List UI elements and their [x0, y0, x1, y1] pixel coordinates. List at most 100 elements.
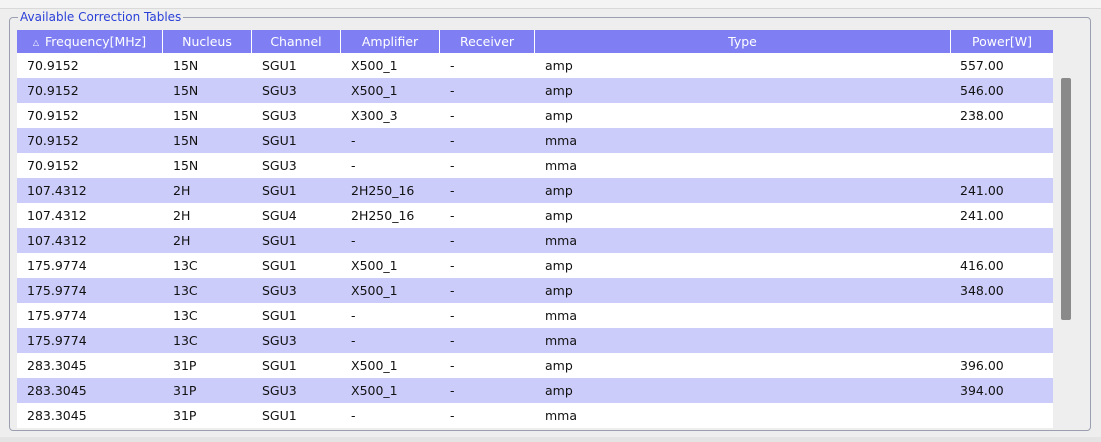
table-row[interactable]: 283.3045 31P SGU1 - - mma [17, 403, 1053, 428]
cell-receiver: - [450, 158, 455, 173]
cell-type: amp [545, 283, 573, 298]
cell-receiver: - [450, 283, 455, 298]
cell-power [951, 128, 1053, 153]
cell-receiver: - [450, 133, 455, 148]
column-label: Frequency[MHz] [45, 34, 147, 49]
cell-receiver: - [450, 208, 455, 223]
column-header-nucleus[interactable]: Nucleus [163, 30, 252, 53]
cell-nucleus: 15N [173, 58, 199, 73]
cell-type: mma [545, 408, 578, 423]
column-header-type[interactable]: Type [535, 30, 951, 53]
cell-receiver: - [450, 258, 455, 273]
table-row[interactable]: 107.4312 2H SGU1 2H250_16 - amp 241.00 [17, 178, 1053, 203]
cell-channel: SGU1 [262, 183, 297, 198]
cell-type: mma [545, 308, 578, 323]
column-header-amplifier[interactable]: Amplifier [341, 30, 440, 53]
cell-type: amp [545, 208, 573, 223]
cell-frequency: 70.9152 [27, 133, 79, 148]
cell-power [951, 153, 1053, 178]
cell-nucleus: 13C [173, 333, 198, 348]
cell-power: 416.00 [960, 258, 1004, 273]
cell-power: 241.00 [960, 183, 1004, 198]
table-row[interactable]: 70.9152 15N SGU3 X300_3 - amp 238.00 [17, 103, 1053, 128]
cell-channel: SGU3 [262, 158, 297, 173]
table-row[interactable]: 175.9774 13C SGU3 X500_1 - amp 348.00 [17, 278, 1053, 303]
cell-amplifier: X500_1 [351, 83, 398, 98]
cell-frequency: 70.9152 [27, 108, 79, 123]
cell-frequency: 70.9152 [27, 58, 79, 73]
cell-nucleus: 2H [173, 183, 191, 198]
bottom-border [0, 437, 1101, 442]
cell-receiver: - [450, 83, 455, 98]
cell-frequency: 107.4312 [27, 233, 87, 248]
cell-channel: SGU3 [262, 333, 297, 348]
table-row[interactable]: 175.9774 13C SGU3 - - mma [17, 328, 1053, 353]
cell-amplifier: 2H250_16 [351, 183, 415, 198]
table-row[interactable]: 70.9152 15N SGU1 - - mma [17, 128, 1053, 153]
cell-power: 394.00 [960, 383, 1004, 398]
cell-frequency: 283.3045 [27, 358, 87, 373]
cell-amplifier: - [351, 308, 356, 323]
column-header-power[interactable]: Power[W] [951, 30, 1053, 53]
cell-type: mma [545, 333, 578, 348]
column-header-receiver[interactable]: Receiver [440, 30, 535, 53]
cell-receiver: - [450, 408, 455, 423]
cell-frequency: 283.3045 [27, 408, 87, 423]
table-row[interactable]: 175.9774 13C SGU1 - - mma [17, 303, 1053, 328]
cell-nucleus: 13C [173, 258, 198, 273]
table-row[interactable]: 283.3045 31P SGU3 X500_1 - amp 394.00 [17, 378, 1053, 403]
table-row[interactable]: 70.9152 15N SGU3 - - mma [17, 153, 1053, 178]
cell-frequency: 175.9774 [27, 283, 87, 298]
sort-ascending-icon: △ [32, 38, 40, 47]
cell-nucleus: 2H [173, 233, 191, 248]
table-row[interactable]: 70.9152 15N SGU3 X500_1 - amp 546.00 [17, 78, 1053, 103]
cell-power: 348.00 [960, 283, 1004, 298]
cell-receiver: - [450, 383, 455, 398]
cell-nucleus: 13C [173, 283, 198, 298]
cell-frequency: 175.9774 [27, 308, 87, 323]
cell-receiver: - [450, 308, 455, 323]
cell-amplifier: - [351, 158, 356, 173]
cell-amplifier: - [351, 333, 356, 348]
table-row[interactable]: 70.9152 15N SGU1 X500_1 - amp 557.00 [17, 53, 1053, 78]
cell-frequency: 175.9774 [27, 258, 87, 273]
cell-amplifier: X500_1 [351, 358, 398, 373]
cell-receiver: - [450, 108, 455, 123]
cell-type: mma [545, 158, 578, 173]
cell-type: mma [545, 233, 578, 248]
table-header: △ Frequency[MHz] Nucleus Channel Amplifie… [17, 30, 1053, 53]
cell-channel: SGU1 [262, 58, 297, 73]
cell-receiver: - [450, 358, 455, 373]
cell-nucleus: 31P [173, 408, 197, 423]
scrollbar-thumb[interactable] [1061, 78, 1071, 320]
cell-receiver: - [450, 333, 455, 348]
table-row[interactable]: 107.4312 2H SGU4 2H250_16 - amp 241.00 [17, 203, 1053, 228]
cell-amplifier: X500_1 [351, 283, 398, 298]
cell-nucleus: 15N [173, 83, 199, 98]
cell-power [951, 328, 1053, 353]
table-row[interactable]: 107.4312 2H SGU1 - - mma [17, 228, 1053, 253]
cell-type: amp [545, 108, 573, 123]
table-row[interactable]: 283.3045 31P SGU1 X500_1 - amp 396.00 [17, 353, 1053, 378]
cell-frequency: 70.9152 [27, 158, 79, 173]
cell-channel: SGU1 [262, 308, 297, 323]
cell-channel: SGU1 [262, 358, 297, 373]
cell-channel: SGU1 [262, 258, 297, 273]
cell-nucleus: 15N [173, 108, 199, 123]
cell-type: amp [545, 258, 573, 273]
cell-receiver: - [450, 233, 455, 248]
cell-power [951, 403, 1053, 428]
cell-amplifier: X500_1 [351, 58, 398, 73]
column-header-frequency[interactable]: △ Frequency[MHz] [17, 30, 163, 53]
cell-amplifier: - [351, 233, 356, 248]
cell-power: 238.00 [960, 108, 1004, 123]
cell-frequency: 107.4312 [27, 183, 87, 198]
cell-receiver: - [450, 183, 455, 198]
column-header-channel[interactable]: Channel [252, 30, 341, 53]
cell-power: 396.00 [960, 358, 1004, 373]
cell-amplifier: - [351, 133, 356, 148]
table-row[interactable]: 175.9774 13C SGU1 X500_1 - amp 416.00 [17, 253, 1053, 278]
cell-type: amp [545, 83, 573, 98]
cell-frequency: 107.4312 [27, 208, 87, 223]
cell-type: amp [545, 58, 573, 73]
